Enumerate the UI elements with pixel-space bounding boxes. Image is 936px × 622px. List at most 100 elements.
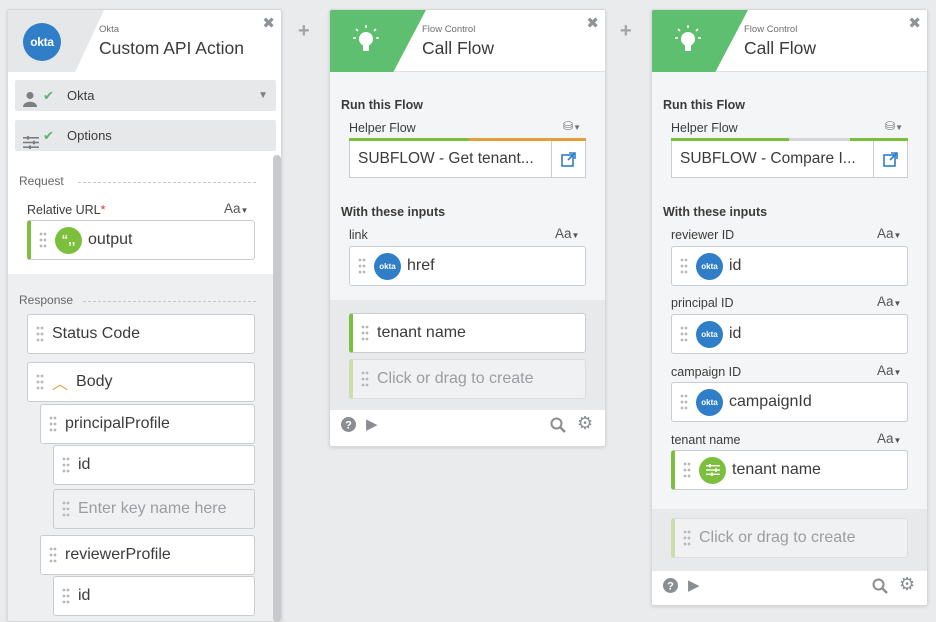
create-output-field[interactable]: Click or drag to create: [349, 359, 586, 399]
drag-handle-icon[interactable]: [680, 257, 688, 275]
helper-flow-label: Helper Flow: [349, 121, 416, 135]
relative-url-field[interactable]: “,, output: [27, 220, 255, 260]
enter-key-field[interactable]: Enter key name here: [53, 489, 255, 529]
help-icon[interactable]: ?: [341, 417, 356, 436]
create-output-field[interactable]: Click or drag to create: [671, 518, 908, 558]
drag-handle-icon[interactable]: [358, 257, 366, 275]
card-category: Flow Control: [422, 24, 476, 35]
enter-key-placeholder: Enter key name here: [78, 500, 227, 517]
card-header: Flow Control Call Flow ✖: [652, 10, 927, 72]
reviewer-id-label: reviewer ID: [671, 228, 735, 242]
type-selector[interactable]: Aa▼: [224, 201, 248, 216]
body-label: Body: [76, 373, 113, 390]
card-title: Custom API Action: [99, 38, 244, 58]
reviewer-profile-field[interactable]: reviewerProfile: [40, 535, 255, 575]
okta-icon: okta: [696, 388, 723, 416]
drag-handle-icon[interactable]: [62, 587, 70, 605]
sliders-icon: [699, 456, 726, 484]
type-selector[interactable]: Aa▼: [877, 294, 901, 309]
card-title: Call Flow: [744, 38, 816, 58]
text-quote-icon: “,,: [55, 226, 82, 254]
help-icon[interactable]: ?: [663, 578, 678, 597]
principal-id-value: id: [729, 325, 742, 342]
type-selector[interactable]: Aa▼: [877, 363, 901, 378]
okta-icon: okta: [374, 252, 401, 280]
helper-flow-value: SUBFLOW - Compare I...: [680, 150, 856, 167]
database-icon[interactable]: ⛁▼: [885, 119, 903, 133]
campaign-id-value: campaignId: [729, 393, 812, 410]
search-icon[interactable]: [872, 578, 888, 598]
drag-handle-icon[interactable]: [62, 500, 70, 518]
drag-handle-icon[interactable]: [361, 324, 369, 342]
create-placeholder: Click or drag to create: [699, 529, 856, 546]
scrollbar[interactable]: [273, 155, 281, 622]
database-icon[interactable]: ⛁▼: [563, 119, 581, 133]
body-field[interactable]: ︿ Body: [27, 362, 255, 402]
divider: [83, 301, 256, 302]
divider: [78, 182, 256, 183]
okta-icon: okta: [696, 320, 723, 348]
tenant-name-field[interactable]: tenant name: [671, 450, 908, 490]
lightbulb-icon: [675, 25, 701, 60]
drag-handle-icon[interactable]: [36, 373, 44, 391]
relative-url-value: output: [88, 231, 133, 248]
principal-id-label: id: [78, 456, 91, 473]
chevron-down-icon[interactable]: ▼: [258, 80, 268, 111]
options-label: Options: [67, 128, 112, 143]
play-icon[interactable]: ▶: [688, 576, 700, 594]
drag-handle-icon[interactable]: [49, 415, 57, 433]
type-selector[interactable]: Aa▼: [877, 431, 901, 446]
response-section-label: Response: [19, 293, 74, 307]
tenant-name-output[interactable]: tenant name: [349, 313, 586, 353]
drag-handle-icon[interactable]: [683, 461, 691, 479]
drag-handle-icon[interactable]: [39, 231, 47, 249]
reviewer-id-field[interactable]: id: [53, 576, 255, 616]
add-step-icon[interactable]: +: [620, 20, 632, 43]
close-icon[interactable]: ✖: [262, 14, 275, 32]
link-value: href: [407, 257, 435, 274]
open-external-icon[interactable]: [551, 141, 585, 177]
helper-flow-select[interactable]: SUBFLOW - Compare I...: [671, 141, 908, 178]
play-icon[interactable]: ▶: [366, 415, 378, 433]
okta-logo-icon: okta: [23, 23, 61, 61]
campaign-id-label: campaign ID: [671, 365, 742, 379]
status-code-field[interactable]: Status Code: [27, 314, 255, 354]
svg-text:?: ?: [667, 581, 674, 593]
create-placeholder: Click or drag to create: [377, 370, 534, 387]
drag-handle-icon[interactable]: [62, 456, 70, 474]
campaign-id-field[interactable]: okta campaignId: [671, 382, 908, 422]
helper-flow-label: Helper Flow: [671, 121, 738, 135]
connection-selector[interactable]: ✔ Okta ▼: [15, 80, 276, 111]
gear-icon[interactable]: ⚙: [577, 413, 593, 434]
principal-profile-field[interactable]: principalProfile: [40, 404, 255, 444]
drag-handle-icon[interactable]: [683, 529, 691, 547]
drag-handle-icon[interactable]: [680, 393, 688, 411]
close-icon[interactable]: ✖: [586, 14, 599, 32]
link-label: link: [349, 228, 368, 242]
principal-id-field[interactable]: id: [53, 445, 255, 485]
type-selector[interactable]: Aa▼: [555, 226, 579, 241]
principal-id-label: principal ID: [671, 296, 734, 310]
helper-flow-select[interactable]: SUBFLOW - Get tenant...: [349, 141, 586, 178]
drag-handle-icon[interactable]: [680, 325, 688, 343]
reviewer-id-field[interactable]: okta id: [671, 246, 908, 286]
principal-profile-label: principalProfile: [65, 415, 170, 432]
svg-text:?: ?: [345, 420, 352, 432]
link-field[interactable]: okta href: [349, 246, 586, 286]
search-icon[interactable]: [550, 417, 566, 437]
options-toggle[interactable]: ✔ Options: [15, 120, 276, 151]
tenant-name-label: tenant name: [671, 433, 741, 447]
tenant-name-label: tenant name: [377, 324, 466, 341]
chevron-up-icon[interactable]: ︿: [52, 370, 68, 394]
add-step-icon[interactable]: +: [298, 20, 310, 43]
drag-handle-icon[interactable]: [49, 546, 57, 564]
gear-icon[interactable]: ⚙: [899, 574, 915, 595]
open-external-icon[interactable]: [873, 141, 907, 177]
drag-handle-icon[interactable]: [36, 325, 44, 343]
close-icon[interactable]: ✖: [908, 14, 921, 32]
reviewer-profile-label: reviewerProfile: [65, 546, 171, 563]
drag-handle-icon[interactable]: [361, 370, 369, 388]
type-selector[interactable]: Aa▼: [877, 226, 901, 241]
card-app-name: Okta: [99, 24, 120, 35]
principal-id-field[interactable]: okta id: [671, 314, 908, 354]
